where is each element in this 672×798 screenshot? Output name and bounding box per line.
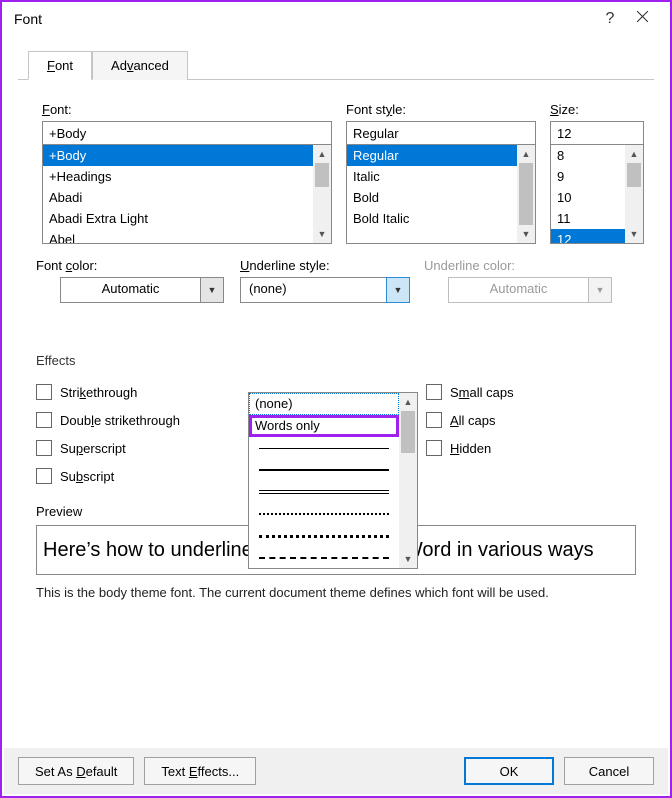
chevron-down-icon[interactable]: ▼ bbox=[200, 277, 224, 303]
size-item[interactable]: 12 bbox=[551, 229, 625, 243]
font-item[interactable]: Abel bbox=[43, 229, 313, 243]
help-icon[interactable]: ? bbox=[594, 10, 626, 28]
set-as-default-button[interactable]: Set As Default bbox=[18, 757, 134, 785]
checkbox-hidden[interactable]: Hidden bbox=[426, 434, 636, 462]
font-input[interactable] bbox=[42, 121, 332, 145]
size-listbox[interactable]: 8 9 10 11 12 ▲ ▼ bbox=[550, 144, 644, 244]
understyle-popup[interactable]: (none) Words only ▲ ▼ bbox=[248, 392, 418, 569]
size-item[interactable]: 10 bbox=[551, 187, 625, 208]
size-item[interactable]: 8 bbox=[551, 145, 625, 166]
understyle-value: (none) bbox=[240, 277, 387, 303]
fontcolor-label: Font color: bbox=[36, 258, 226, 273]
tabstrip: Font Advanced bbox=[18, 50, 654, 80]
titlebar: Font ? bbox=[2, 2, 670, 36]
scroll-down-icon[interactable]: ▼ bbox=[313, 225, 331, 243]
style-item[interactable]: Regular bbox=[347, 145, 517, 166]
style-item[interactable]: Bold bbox=[347, 187, 517, 208]
scroll-up-icon[interactable]: ▲ bbox=[625, 145, 643, 163]
undercolor-label: Underline color: bbox=[424, 258, 614, 273]
understyle-popup-scrollbar[interactable]: ▲ ▼ bbox=[399, 393, 417, 568]
font-listbox[interactable]: +Body +Headings Abadi Abadi Extra Light … bbox=[42, 144, 332, 244]
checkbox-superscript[interactable]: Superscript bbox=[36, 434, 246, 462]
style-label: Font style: bbox=[346, 102, 536, 117]
preview-hint: This is the body theme font. The current… bbox=[36, 585, 636, 600]
fontcolor-dropdown[interactable]: Automatic ▼ bbox=[60, 277, 224, 303]
tab-font[interactable]: Font bbox=[28, 51, 92, 80]
font-item[interactable]: Abadi bbox=[43, 187, 313, 208]
understyle-option-line-single[interactable] bbox=[249, 437, 399, 459]
effects-label: Effects bbox=[36, 353, 636, 368]
tab-advanced[interactable]: Advanced bbox=[92, 51, 188, 80]
size-scrollbar[interactable]: ▲ ▼ bbox=[625, 145, 643, 243]
understyle-dropdown[interactable]: (none) ▼ bbox=[240, 277, 410, 303]
scroll-down-icon[interactable]: ▼ bbox=[625, 225, 643, 243]
style-scrollbar[interactable]: ▲ ▼ bbox=[517, 145, 535, 243]
understyle-option-line-dotted[interactable] bbox=[249, 503, 399, 525]
scroll-up-icon[interactable]: ▲ bbox=[313, 145, 331, 163]
scroll-down-icon[interactable]: ▼ bbox=[399, 550, 417, 568]
font-item[interactable]: +Body bbox=[43, 145, 313, 166]
understyle-label: Underline style: bbox=[240, 258, 410, 273]
understyle-option-line-dotted-heavy[interactable] bbox=[249, 525, 399, 547]
checkbox-small-caps[interactable]: Small caps bbox=[426, 378, 636, 406]
style-item[interactable]: Italic bbox=[347, 166, 517, 187]
scroll-up-icon[interactable]: ▲ bbox=[517, 145, 535, 163]
understyle-option-line-dash[interactable] bbox=[249, 547, 399, 568]
undercolor-dropdown: Automatic ▼ bbox=[448, 277, 612, 303]
understyle-option-none[interactable]: (none) bbox=[249, 393, 399, 415]
understyle-option-line-double[interactable] bbox=[249, 481, 399, 503]
chevron-down-icon: ▼ bbox=[588, 277, 612, 303]
ok-button[interactable]: OK bbox=[464, 757, 554, 785]
checkbox-all-caps[interactable]: All caps bbox=[426, 406, 636, 434]
font-scrollbar[interactable]: ▲ ▼ bbox=[313, 145, 331, 243]
checkbox-strikethrough[interactable]: Strikethrough bbox=[36, 378, 246, 406]
style-item[interactable]: Bold Italic bbox=[347, 208, 517, 229]
size-input[interactable] bbox=[550, 121, 644, 145]
style-listbox[interactable]: Regular Italic Bold Bold Italic ▲ ▼ bbox=[346, 144, 536, 244]
understyle-option-line-thick[interactable] bbox=[249, 459, 399, 481]
cancel-button[interactable]: Cancel bbox=[564, 757, 654, 785]
font-label: Font: bbox=[42, 102, 332, 117]
size-item[interactable]: 9 bbox=[551, 166, 625, 187]
dialog-title: Font bbox=[14, 11, 594, 27]
dialog-footer: Set As Default Text Effects... OK Cancel bbox=[4, 748, 668, 794]
size-label: Size: bbox=[550, 102, 644, 117]
close-icon[interactable] bbox=[626, 10, 658, 28]
style-input[interactable] bbox=[346, 121, 536, 145]
font-item[interactable]: Abadi Extra Light bbox=[43, 208, 313, 229]
font-item[interactable]: +Headings bbox=[43, 166, 313, 187]
scroll-up-icon[interactable]: ▲ bbox=[399, 393, 417, 411]
checkbox-subscript[interactable]: Subscript bbox=[36, 462, 246, 490]
undercolor-value: Automatic bbox=[448, 277, 589, 303]
text-effects-button[interactable]: Text Effects... bbox=[144, 757, 256, 785]
checkbox-double-strikethrough[interactable]: Double strikethrough bbox=[36, 406, 246, 434]
fontcolor-value: Automatic bbox=[60, 277, 201, 303]
chevron-down-icon[interactable]: ▼ bbox=[386, 277, 410, 303]
size-item[interactable]: 11 bbox=[551, 208, 625, 229]
understyle-option-words-only[interactable]: Words only bbox=[249, 415, 399, 437]
scroll-down-icon[interactable]: ▼ bbox=[517, 225, 535, 243]
